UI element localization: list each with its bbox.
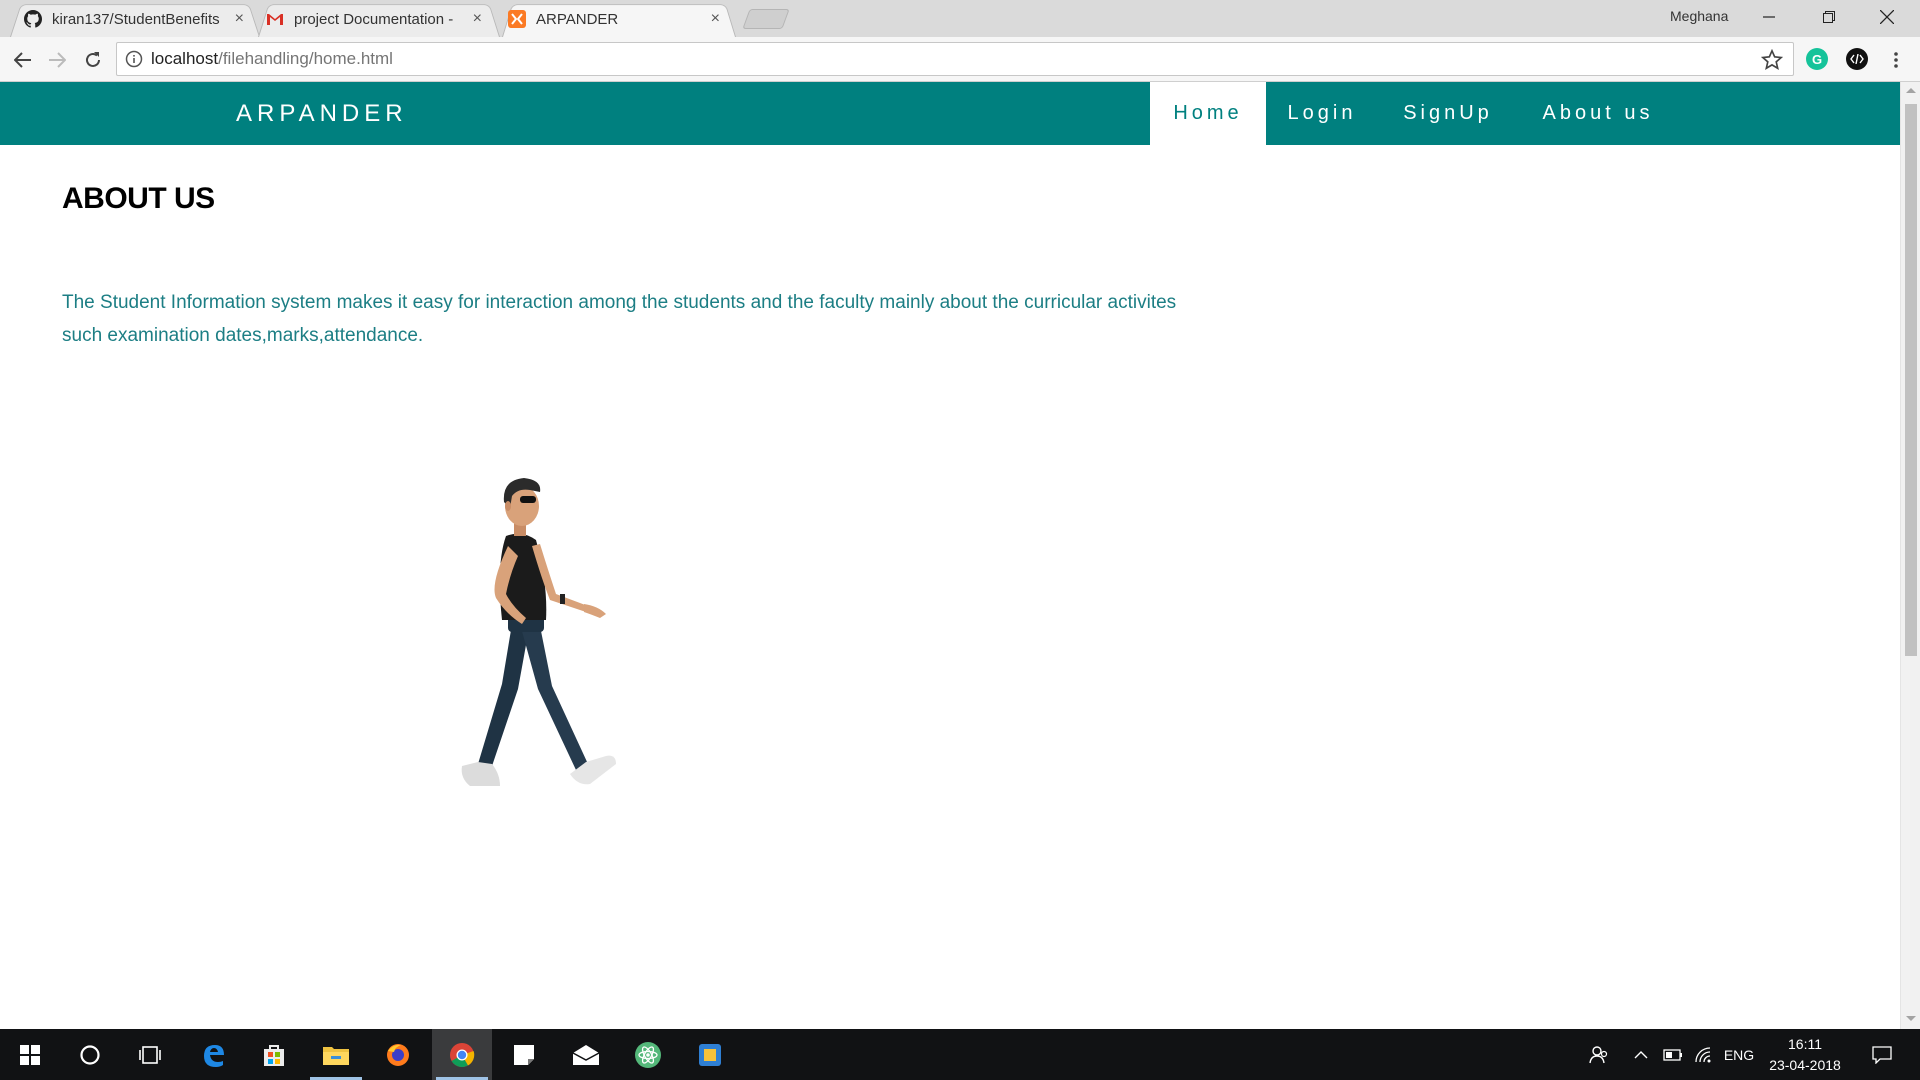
sticky-notes-icon[interactable] [494, 1029, 554, 1080]
restore-icon [1823, 11, 1835, 23]
bookmark-star-icon[interactable] [1761, 49, 1783, 71]
xampp-icon [508, 10, 526, 28]
tab-gmail[interactable]: project Documentation - × [242, 1, 496, 37]
edge-icon[interactable] [184, 1029, 244, 1080]
menu-button[interactable] [1881, 45, 1911, 75]
tab-title: project Documentation - [294, 10, 454, 28]
battery-icon[interactable] [1658, 1029, 1686, 1080]
taskbar-clock[interactable]: 16:11 23-04-2018 [1760, 1034, 1850, 1076]
windows-start-icon[interactable] [0, 1029, 60, 1080]
minimize-icon [1763, 16, 1775, 18]
info-icon[interactable] [125, 50, 143, 68]
clock-time: 16:11 [1788, 1036, 1822, 1052]
cortana-icon[interactable] [60, 1029, 120, 1080]
windows-taskbar: ENG 16:11 23-04-2018 [0, 1029, 1920, 1080]
tab-close-button[interactable]: × [711, 11, 720, 27]
nav-signup[interactable]: SignUp [1378, 82, 1518, 145]
scroll-down-arrow[interactable] [1906, 1016, 1916, 1021]
reload-button[interactable] [78, 45, 108, 75]
page-title: ABOUT US [62, 182, 215, 215]
url-host: localhost [151, 49, 219, 68]
grammarly-icon[interactable]: G [1806, 48, 1828, 70]
tab-github[interactable]: kiran137/StudentBenefits × [0, 1, 258, 37]
mail-icon[interactable] [556, 1029, 616, 1080]
browser-toolbar: localhost/filehandling/home.html G [0, 37, 1920, 82]
more-vert-icon [1894, 52, 1898, 68]
wifi-icon[interactable] [1690, 1029, 1718, 1080]
reload-icon [86, 52, 100, 67]
tab-arpander[interactable]: ARPANDER × [484, 1, 734, 37]
new-tab-button[interactable] [742, 9, 790, 29]
page-scrollbar[interactable] [1900, 82, 1920, 1029]
people-icon[interactable] [1584, 1029, 1614, 1080]
arrow-left-icon [14, 52, 31, 68]
url-text[interactable]: localhost/filehandling/home.html [151, 49, 393, 69]
tab-title: ARPANDER [536, 10, 619, 28]
close-window-button[interactable] [1858, 0, 1916, 34]
nav-login[interactable]: Login [1266, 82, 1378, 145]
gmail-icon [267, 14, 283, 25]
tab-close-button[interactable]: × [473, 11, 482, 27]
walking-person-illustration [461, 478, 616, 786]
tab-title: kiran137/StudentBenefits [52, 10, 220, 28]
tab-strip: kiran137/StudentBenefits × project Docum… [0, 0, 1920, 37]
minimize-button[interactable] [1740, 0, 1798, 34]
back-button[interactable] [8, 45, 38, 75]
atom-icon[interactable] [618, 1029, 678, 1080]
virtualbox-icon[interactable] [680, 1029, 740, 1080]
chrome-icon[interactable] [432, 1029, 492, 1080]
forward-button[interactable] [42, 45, 72, 75]
clock-date: 23-04-2018 [1769, 1057, 1841, 1073]
screen: kiran137/StudentBenefits × project Docum… [0, 0, 1920, 1080]
close-icon [1880, 10, 1894, 24]
task-view-icon[interactable] [120, 1029, 180, 1080]
site-navbar: ARPANDER Home Login SignUp About us [0, 82, 1900, 145]
about-paragraph: The Student Information system makes it … [62, 292, 1177, 346]
firefox-icon[interactable] [368, 1029, 428, 1080]
scrollbar-thumb[interactable] [1905, 104, 1917, 656]
store-icon[interactable] [244, 1029, 304, 1080]
page-viewport: ARPANDER Home Login SignUp About us ABOU… [0, 82, 1900, 1029]
address-bar[interactable]: localhost/filehandling/home.html [116, 42, 1794, 76]
chevron-up-icon[interactable] [1628, 1029, 1654, 1080]
arrow-right-icon [49, 52, 66, 68]
github-icon [24, 10, 42, 28]
file-explorer-icon[interactable] [306, 1029, 366, 1080]
notification-icon[interactable] [1862, 1029, 1902, 1080]
restore-button[interactable] [1800, 0, 1858, 34]
profile-name[interactable]: Meghana [1670, 8, 1728, 24]
brand-logo[interactable]: ARPANDER [236, 100, 408, 128]
url-path: /filehandling/home.html [218, 49, 393, 68]
nav-about-us[interactable]: About us [1518, 82, 1678, 145]
code-extension-icon[interactable] [1846, 48, 1868, 70]
language-indicator[interactable]: ENG [1720, 1029, 1758, 1080]
nav-home[interactable]: Home [1150, 82, 1266, 145]
scroll-up-arrow[interactable] [1906, 88, 1916, 93]
